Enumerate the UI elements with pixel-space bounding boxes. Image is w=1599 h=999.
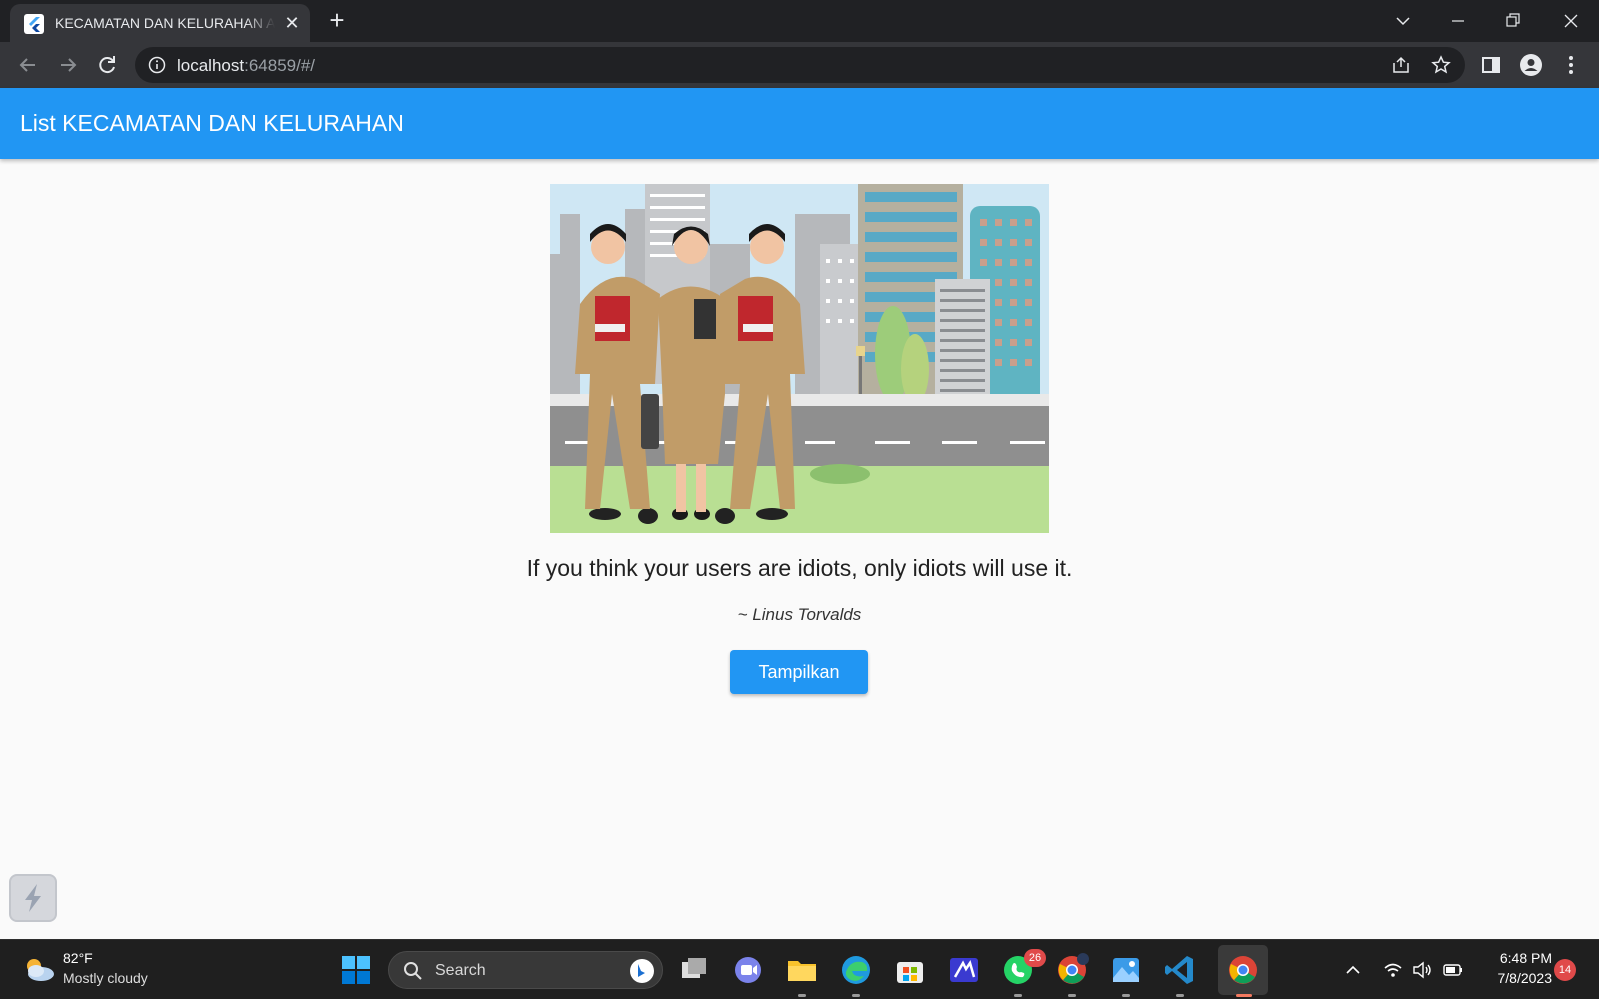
browser-tabstrip: KECAMATAN DAN KELURAHAN APP ✕ +	[0, 0, 1599, 42]
task-view-icon[interactable]	[676, 952, 712, 988]
tab-search-icon[interactable]	[1388, 6, 1418, 36]
profile-icon[interactable]	[1519, 53, 1543, 77]
windows-start-icon[interactable]	[341, 955, 371, 985]
app-bar: List KECAMATAN DAN KELURAHAN	[0, 88, 1599, 159]
clock-date[interactable]: 7/8/2023	[1472, 970, 1553, 986]
tab-title: KECAMATAN DAN KELURAHAN APP	[55, 15, 275, 31]
site-info-icon[interactable]	[148, 56, 166, 74]
back-icon[interactable]	[14, 51, 42, 79]
search-placeholder: Search	[435, 962, 486, 979]
vscode-icon[interactable]	[1162, 952, 1198, 988]
chrome-icon[interactable]	[1225, 952, 1261, 988]
bing-icon[interactable]	[629, 958, 655, 984]
chevron-up-icon[interactable]	[1342, 959, 1364, 981]
clock-time[interactable]: 6:48 PM	[1482, 950, 1552, 966]
weather-description: Mostly cloudy	[63, 970, 148, 986]
address-bar[interactable]: localhost:64859/#/	[135, 47, 1465, 83]
quote-author: ~ Linus Torvalds	[737, 605, 862, 624]
notification-badge[interactable]: 14	[1554, 959, 1576, 981]
side-panel-icon[interactable]	[1479, 53, 1503, 77]
browser-tab[interactable]: KECAMATAN DAN KELURAHAN APP ✕	[10, 4, 310, 42]
whatsapp-badge: 26	[1024, 949, 1046, 967]
search-icon	[404, 962, 422, 980]
browser-toolbar: localhost:64859/#/	[0, 42, 1599, 88]
flutter-icon	[24, 14, 44, 34]
tampilkan-button[interactable]: Tampilkan	[730, 650, 868, 694]
close-window-icon[interactable]	[1556, 6, 1586, 36]
reload-icon[interactable]	[93, 51, 121, 79]
quote-text: If you think your users are idiots, only…	[526, 555, 1073, 581]
close-tab-icon[interactable]: ✕	[282, 13, 302, 33]
restore-icon[interactable]	[1498, 6, 1528, 36]
file-explorer-icon[interactable]	[784, 952, 820, 988]
volume-icon[interactable]	[1411, 959, 1433, 981]
battery-icon[interactable]	[1442, 959, 1464, 981]
bookmark-star-icon[interactable]	[1430, 54, 1452, 76]
lightning-icon	[25, 884, 41, 912]
weather-temperature: 82°F	[63, 950, 93, 966]
new-tab-button[interactable]: +	[324, 7, 350, 34]
civil-servants-illustration	[550, 184, 1049, 533]
wifi-icon[interactable]	[1382, 959, 1404, 981]
taskbar: 82°F Mostly cloudy Search 26 6:48 PM 7/8…	[0, 939, 1599, 999]
chrome-profile-icon[interactable]	[1054, 952, 1090, 988]
weather-cloudy-icon[interactable]	[22, 954, 56, 984]
floating-tool-button[interactable]	[9, 874, 57, 922]
share-icon[interactable]	[1390, 54, 1412, 76]
page-content: If you think your users are idiots, only…	[0, 159, 1599, 939]
teams-chat-icon[interactable]	[730, 952, 766, 988]
page-title: List KECAMATAN DAN KELURAHAN	[20, 110, 404, 136]
menu-kebab-icon[interactable]	[1559, 53, 1583, 77]
edge-icon[interactable]	[838, 952, 874, 988]
photos-icon[interactable]	[1108, 952, 1144, 988]
url-text: localhost:64859/#/	[177, 56, 316, 75]
microsoft-store-icon[interactable]	[892, 952, 928, 988]
forward-icon[interactable]	[54, 51, 82, 79]
visual-studio-app-icon[interactable]	[946, 952, 982, 988]
taskbar-search[interactable]: Search	[388, 951, 663, 989]
minimize-icon[interactable]	[1443, 6, 1473, 36]
